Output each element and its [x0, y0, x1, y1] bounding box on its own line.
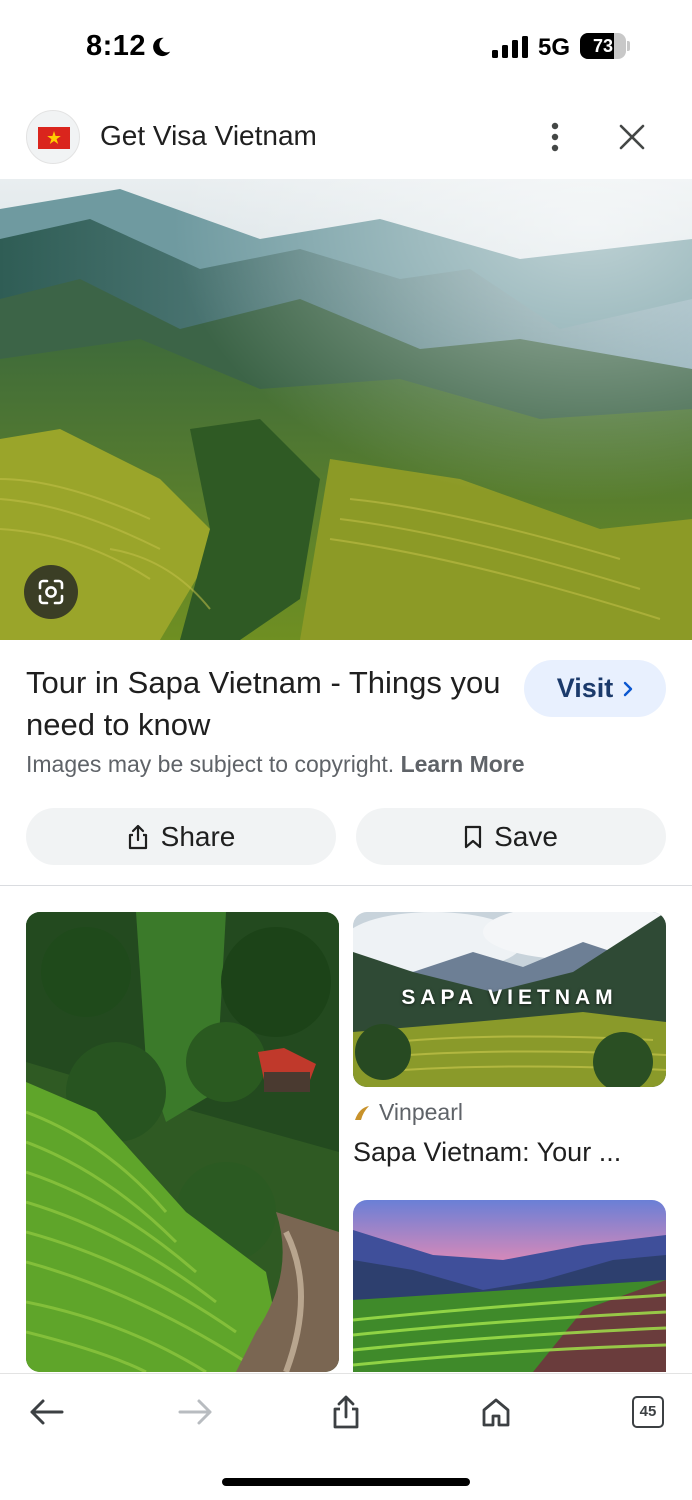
related-image-sunset[interactable] — [353, 1200, 666, 1372]
back-arrow-icon — [30, 1399, 64, 1425]
close-icon — [619, 124, 645, 150]
copyright-text: Images may be subject to copyright. — [26, 751, 395, 777]
network-type: 5G — [538, 34, 571, 61]
sheet-header: Get Visa Vietnam — [0, 100, 692, 174]
home-indicator — [222, 1478, 470, 1486]
bookmark-icon — [464, 825, 482, 848]
status-time: 8:12 — [86, 30, 147, 62]
tabs-count: 45 — [632, 1396, 664, 1428]
copyright-notice: Images may be subject to copyright. Lear… — [26, 751, 525, 778]
tabs-icon: 45 — [632, 1396, 664, 1428]
site-name[interactable]: Get Visa Vietnam — [100, 120, 317, 152]
save-label: Save — [494, 820, 558, 852]
share-page-button[interactable] — [324, 1392, 368, 1432]
share-icon — [333, 1395, 359, 1429]
forward-arrow-icon — [178, 1399, 212, 1425]
battery-level: 73 — [592, 36, 614, 56]
moon-icon — [153, 37, 171, 57]
image-overlay-text: SAPA VIETNAM — [401, 986, 618, 1009]
share-label: Share — [160, 820, 236, 852]
save-button[interactable]: Save — [356, 808, 666, 865]
more-vertical-icon — [551, 122, 559, 152]
vinpearl-logo-icon — [355, 1105, 369, 1120]
more-options-button[interactable] — [536, 117, 574, 157]
google-lens-icon — [38, 579, 64, 605]
learn-more-link[interactable]: Learn More — [401, 751, 525, 777]
site-logo[interactable] — [26, 110, 80, 164]
section-divider — [0, 885, 692, 886]
close-button[interactable] — [612, 117, 652, 157]
result-title[interactable]: Tour in Sapa Vietnam - Things you need t… — [26, 662, 506, 746]
share-icon — [128, 824, 147, 849]
google-lens-button[interactable] — [24, 565, 78, 619]
forward-button[interactable] — [174, 1392, 218, 1432]
source-name: Vinpearl — [379, 1099, 463, 1125]
signal-icon — [492, 36, 528, 58]
visit-label: Visit — [556, 673, 614, 703]
vietnam-flag-icon — [38, 127, 70, 149]
rice-terraces-image — [26, 912, 339, 1372]
sunset-terraces-image — [353, 1200, 666, 1372]
status-bar: 8:12 5G 73 — [0, 0, 692, 96]
battery-icon: 73 — [580, 33, 630, 59]
sapa-landscape-image — [0, 179, 692, 640]
hero-image[interactable] — [0, 179, 692, 640]
result-caption[interactable]: Sapa Vietnam: Your ... — [353, 1137, 621, 1168]
share-button[interactable]: Share — [26, 808, 336, 865]
related-image-sapa[interactable]: SAPA VIETNAM — [353, 912, 666, 1087]
home-button[interactable] — [474, 1392, 518, 1432]
visit-button[interactable]: Visit — [524, 660, 666, 717]
home-icon — [482, 1398, 510, 1427]
related-image-terraces[interactable] — [26, 912, 339, 1372]
back-button[interactable] — [24, 1392, 68, 1432]
result-source[interactable]: Vinpearl — [353, 1099, 463, 1126]
chevron-right-icon — [624, 681, 633, 696]
tabs-button[interactable]: 45 — [626, 1392, 670, 1432]
